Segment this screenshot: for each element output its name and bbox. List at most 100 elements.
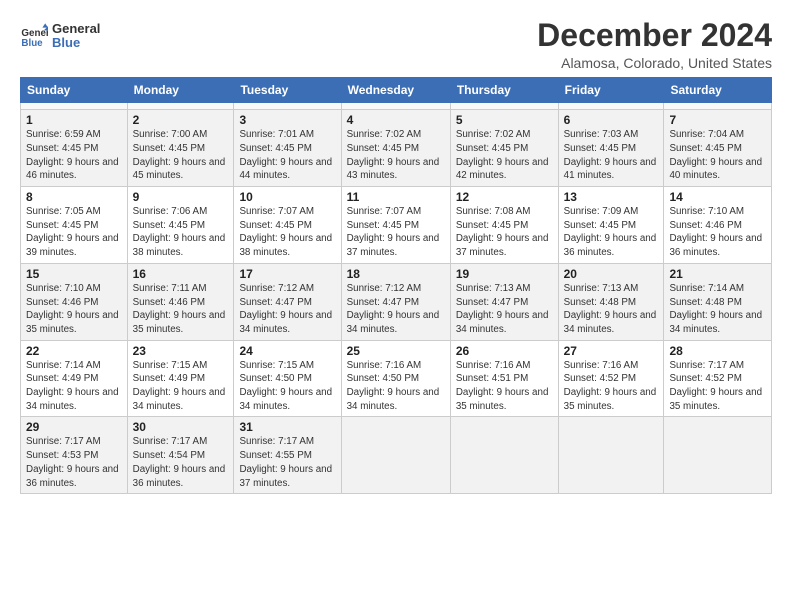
table-cell: 16 Sunrise: 7:11 AMSunset: 4:46 PMDaylig… [127,263,234,340]
day-info: Sunrise: 7:14 AMSunset: 4:48 PMDaylight:… [669,283,762,335]
table-cell: 6 Sunrise: 7:03 AMSunset: 4:45 PMDayligh… [558,110,664,187]
table-cell: 15 Sunrise: 7:10 AMSunset: 4:46 PMDaylig… [21,263,128,340]
table-cell: 30 Sunrise: 7:17 AMSunset: 4:54 PMDaylig… [127,417,234,494]
day-number: 4 [347,113,445,127]
day-number: 23 [133,344,229,358]
table-row: 8 Sunrise: 7:05 AMSunset: 4:45 PMDayligh… [21,187,772,264]
table-cell [664,103,772,110]
day-info: Sunrise: 7:16 AMSunset: 4:50 PMDaylight:… [347,360,440,412]
col-thursday: Thursday [450,78,558,103]
table-cell [664,417,772,494]
table-cell [127,103,234,110]
day-info: Sunrise: 7:10 AMSunset: 4:46 PMDaylight:… [26,283,119,335]
table-cell: 27 Sunrise: 7:16 AMSunset: 4:52 PMDaylig… [558,340,664,417]
day-number: 16 [133,267,229,281]
table-cell [450,417,558,494]
day-number: 13 [564,190,659,204]
col-monday: Monday [127,78,234,103]
table-cell: 12 Sunrise: 7:08 AMSunset: 4:45 PMDaylig… [450,187,558,264]
table-cell: 24 Sunrise: 7:15 AMSunset: 4:50 PMDaylig… [234,340,341,417]
day-info: Sunrise: 7:17 AMSunset: 4:55 PMDaylight:… [239,436,332,488]
table-cell: 25 Sunrise: 7:16 AMSunset: 4:50 PMDaylig… [341,340,450,417]
location-subtitle: Alamosa, Colorado, United States [537,55,772,71]
table-cell: 5 Sunrise: 7:02 AMSunset: 4:45 PMDayligh… [450,110,558,187]
day-number: 5 [456,113,553,127]
table-cell: 17 Sunrise: 7:12 AMSunset: 4:47 PMDaylig… [234,263,341,340]
day-info: Sunrise: 7:03 AMSunset: 4:45 PMDaylight:… [564,129,657,181]
day-info: Sunrise: 7:15 AMSunset: 4:50 PMDaylight:… [239,360,332,412]
day-number: 10 [239,190,335,204]
table-cell: 10 Sunrise: 7:07 AMSunset: 4:45 PMDaylig… [234,187,341,264]
day-info: Sunrise: 7:17 AMSunset: 4:54 PMDaylight:… [133,436,226,488]
day-number: 21 [669,267,766,281]
day-number: 19 [456,267,553,281]
table-row: 15 Sunrise: 7:10 AMSunset: 4:46 PMDaylig… [21,263,772,340]
day-info: Sunrise: 7:16 AMSunset: 4:52 PMDaylight:… [564,360,657,412]
day-info: Sunrise: 7:13 AMSunset: 4:48 PMDaylight:… [564,283,657,335]
day-number: 29 [26,420,122,434]
table-cell [341,103,450,110]
day-number: 12 [456,190,553,204]
header: General Blue General Blue December 2024 … [20,18,772,71]
day-number: 7 [669,113,766,127]
table-cell: 9 Sunrise: 7:06 AMSunset: 4:45 PMDayligh… [127,187,234,264]
day-info: Sunrise: 6:59 AMSunset: 4:45 PMDaylight:… [26,129,119,181]
day-info: Sunrise: 7:15 AMSunset: 4:49 PMDaylight:… [133,360,226,412]
day-number: 27 [564,344,659,358]
month-title: December 2024 [537,18,772,53]
day-number: 6 [564,113,659,127]
header-row: Sunday Monday Tuesday Wednesday Thursday… [21,78,772,103]
col-tuesday: Tuesday [234,78,341,103]
day-number: 15 [26,267,122,281]
col-friday: Friday [558,78,664,103]
table-cell: 13 Sunrise: 7:09 AMSunset: 4:45 PMDaylig… [558,187,664,264]
day-info: Sunrise: 7:09 AMSunset: 4:45 PMDaylight:… [564,206,657,258]
logo-icon: General Blue [20,22,48,50]
table-cell: 20 Sunrise: 7:13 AMSunset: 4:48 PMDaylig… [558,263,664,340]
table-cell: 19 Sunrise: 7:13 AMSunset: 4:47 PMDaylig… [450,263,558,340]
table-cell [21,103,128,110]
day-info: Sunrise: 7:17 AMSunset: 4:53 PMDaylight:… [26,436,119,488]
day-info: Sunrise: 7:00 AMSunset: 4:45 PMDaylight:… [133,129,226,181]
day-info: Sunrise: 7:02 AMSunset: 4:45 PMDaylight:… [456,129,549,181]
day-info: Sunrise: 7:04 AMSunset: 4:45 PMDaylight:… [669,129,762,181]
calendar-table: Sunday Monday Tuesday Wednesday Thursday… [20,77,772,494]
day-number: 20 [564,267,659,281]
table-cell: 2 Sunrise: 7:00 AMSunset: 4:45 PMDayligh… [127,110,234,187]
day-info: Sunrise: 7:10 AMSunset: 4:46 PMDaylight:… [669,206,762,258]
table-cell: 11 Sunrise: 7:07 AMSunset: 4:45 PMDaylig… [341,187,450,264]
table-cell: 7 Sunrise: 7:04 AMSunset: 4:45 PMDayligh… [664,110,772,187]
table-cell: 8 Sunrise: 7:05 AMSunset: 4:45 PMDayligh… [21,187,128,264]
table-cell: 1 Sunrise: 6:59 AMSunset: 4:45 PMDayligh… [21,110,128,187]
day-number: 24 [239,344,335,358]
day-number: 25 [347,344,445,358]
day-number: 14 [669,190,766,204]
table-cell: 14 Sunrise: 7:10 AMSunset: 4:46 PMDaylig… [664,187,772,264]
day-info: Sunrise: 7:11 AMSunset: 4:46 PMDaylight:… [133,283,226,335]
table-cell [558,417,664,494]
day-info: Sunrise: 7:08 AMSunset: 4:45 PMDaylight:… [456,206,549,258]
table-cell: 29 Sunrise: 7:17 AMSunset: 4:53 PMDaylig… [21,417,128,494]
day-info: Sunrise: 7:13 AMSunset: 4:47 PMDaylight:… [456,283,549,335]
day-info: Sunrise: 7:14 AMSunset: 4:49 PMDaylight:… [26,360,119,412]
day-number: 3 [239,113,335,127]
day-number: 8 [26,190,122,204]
logo-text-line1: General [52,22,100,36]
col-wednesday: Wednesday [341,78,450,103]
table-cell: 21 Sunrise: 7:14 AMSunset: 4:48 PMDaylig… [664,263,772,340]
col-saturday: Saturday [664,78,772,103]
col-sunday: Sunday [21,78,128,103]
day-info: Sunrise: 7:02 AMSunset: 4:45 PMDaylight:… [347,129,440,181]
logo-text-line2: Blue [52,36,100,50]
day-number: 31 [239,420,335,434]
day-info: Sunrise: 7:07 AMSunset: 4:45 PMDaylight:… [239,206,332,258]
day-info: Sunrise: 7:05 AMSunset: 4:45 PMDaylight:… [26,206,119,258]
table-row: 1 Sunrise: 6:59 AMSunset: 4:45 PMDayligh… [21,110,772,187]
table-cell [341,417,450,494]
table-cell: 26 Sunrise: 7:16 AMSunset: 4:51 PMDaylig… [450,340,558,417]
table-cell [558,103,664,110]
table-cell: 3 Sunrise: 7:01 AMSunset: 4:45 PMDayligh… [234,110,341,187]
day-number: 28 [669,344,766,358]
table-row [21,103,772,110]
day-info: Sunrise: 7:12 AMSunset: 4:47 PMDaylight:… [347,283,440,335]
